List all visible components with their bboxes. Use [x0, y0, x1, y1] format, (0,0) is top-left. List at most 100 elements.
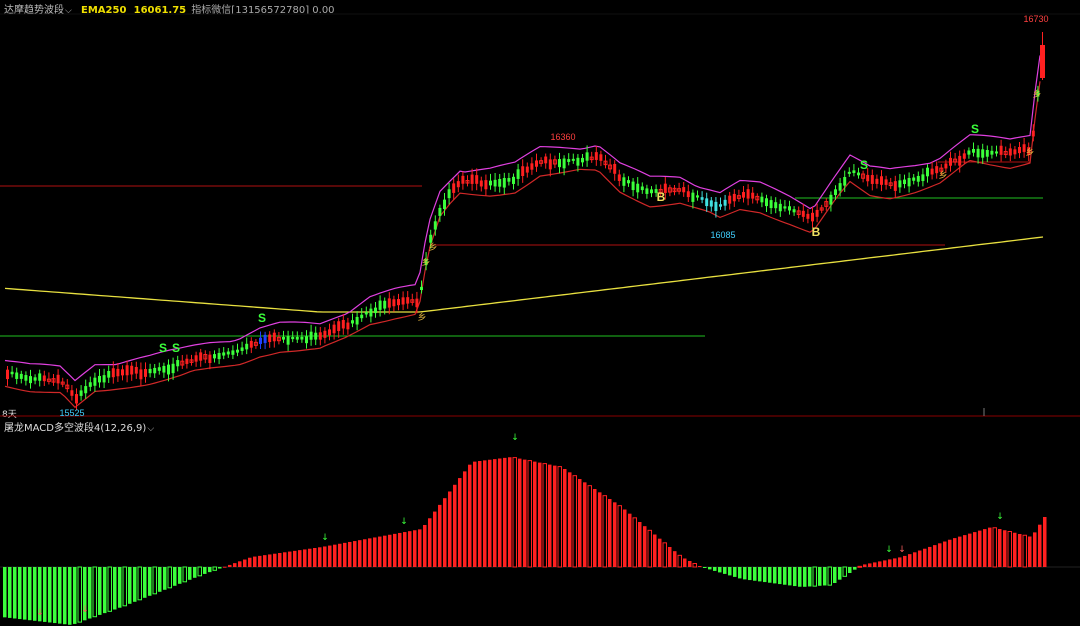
- macd-bar: [632, 517, 637, 568]
- macd-arrow-icon: ↓: [36, 608, 44, 618]
- price-labels: 16360 16730 15525 16085: [59, 14, 1048, 418]
- macd-bar: [842, 566, 847, 577]
- macd-bar: [698, 566, 702, 567]
- candle-body: [88, 382, 92, 387]
- candle-body: [788, 206, 791, 211]
- macd-bar: [448, 491, 452, 567]
- macd-bar: [293, 550, 297, 567]
- candle-body: [884, 179, 888, 185]
- marker-glyph: 乡: [417, 312, 426, 323]
- macd-bar: [518, 458, 522, 567]
- macd-bar: [158, 567, 162, 592]
- macd-bar: [908, 554, 912, 567]
- candle-body: [443, 199, 446, 210]
- macd-bar: [197, 566, 202, 577]
- macd-bar: [793, 567, 797, 587]
- macd-bar: [388, 534, 392, 567]
- macd-bar: [608, 499, 612, 567]
- macd-bar: [458, 478, 462, 567]
- candle-body: [98, 375, 101, 383]
- macd-bar: [122, 566, 127, 607]
- macd-bar: [283, 552, 287, 567]
- macd-bar: [857, 565, 862, 568]
- signal-S-label: S: [860, 158, 868, 172]
- candle-body: [42, 375, 46, 382]
- macd-bar: [812, 566, 817, 587]
- candle-body: [990, 150, 994, 155]
- macd-bar: [483, 460, 487, 567]
- macd-bar: [617, 505, 622, 568]
- candle-body: [328, 329, 331, 336]
- macd-bar: [58, 567, 62, 624]
- candle-body: [972, 148, 975, 153]
- candle-body: [783, 206, 787, 209]
- candle-body: [121, 369, 124, 376]
- candle-body: [995, 151, 998, 154]
- candle-body: [6, 369, 9, 380]
- candle-body: [111, 368, 115, 378]
- macd-bar: [23, 567, 27, 620]
- candle-body: [222, 352, 226, 356]
- macd-bar: [863, 564, 867, 567]
- macd-bar: [873, 562, 877, 567]
- macd-bar: [593, 489, 597, 567]
- macd-bar: [308, 548, 312, 567]
- candle-body: [369, 308, 373, 317]
- macd-bar: [218, 567, 222, 569]
- candle-body: [300, 336, 304, 340]
- candle-body: [199, 352, 203, 361]
- macd-bar: [647, 529, 652, 568]
- macd-bar: [542, 463, 547, 568]
- candle-body: [999, 145, 1003, 155]
- candle-body: [355, 316, 359, 325]
- macd-bar: [788, 567, 792, 586]
- macd-bar: [583, 482, 587, 567]
- macd-bar: [368, 538, 372, 567]
- macd-bar: [903, 555, 907, 567]
- candle-body: [525, 166, 529, 173]
- macd-bar: [763, 567, 767, 583]
- candle-body: [102, 375, 106, 383]
- candle-body: [461, 175, 465, 184]
- candle-body: [967, 150, 971, 155]
- candle-body: [834, 189, 837, 196]
- macd-bar: [783, 567, 787, 585]
- macd-bar: [883, 560, 887, 567]
- candle-body: [719, 204, 722, 207]
- macd-bar: [748, 567, 752, 581]
- candle-body: [650, 189, 653, 194]
- candle-body: [594, 152, 598, 160]
- macd-bar: [107, 566, 112, 612]
- macd-bar: [992, 527, 997, 568]
- candle-body: [806, 213, 810, 219]
- macd-bar: [193, 567, 197, 578]
- macd-bar: [768, 567, 772, 583]
- candle-body: [323, 330, 327, 338]
- macd-bar: [273, 553, 277, 567]
- marker-glyph: 乡: [428, 242, 437, 253]
- candle-body: [512, 176, 515, 184]
- macd-bar: [602, 495, 607, 568]
- macd-bar: [393, 533, 397, 567]
- candle-body: [10, 371, 14, 375]
- candle-body: [870, 175, 874, 184]
- macd-bar: [203, 567, 207, 574]
- macd-bar: [758, 567, 762, 582]
- candle-body: [470, 174, 474, 184]
- candle-body: [397, 299, 400, 306]
- candle-body: [981, 149, 985, 158]
- candle-body: [185, 358, 189, 364]
- candle-body: [1018, 147, 1021, 154]
- macd-bar: [653, 534, 657, 567]
- candle-body: [272, 332, 276, 342]
- macd-bar: [3, 567, 7, 618]
- macd-bar: [1038, 524, 1042, 567]
- macd-bar: [728, 567, 732, 576]
- candle-body: [875, 178, 879, 184]
- candle-body: [93, 377, 97, 386]
- candle-body: [571, 158, 575, 161]
- candle-body: [558, 159, 561, 168]
- macd-bar: [243, 559, 247, 567]
- candle-body: [134, 366, 138, 374]
- macd-bar: [692, 563, 697, 568]
